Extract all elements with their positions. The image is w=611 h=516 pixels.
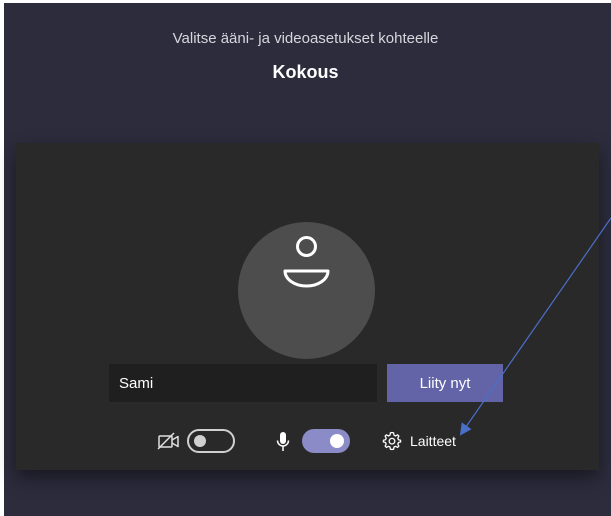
microphone-toggle[interactable] xyxy=(302,429,350,453)
avatar xyxy=(238,222,375,359)
gear-icon xyxy=(382,431,402,451)
join-now-button[interactable]: Liity nyt xyxy=(387,364,503,402)
microphone-toggle-knob xyxy=(330,434,344,448)
devices-label: Laitteet xyxy=(410,433,456,449)
camera-toggle-knob xyxy=(194,435,206,447)
page-subtitle: Valitse ääni- ja videoasetukset kohteell… xyxy=(172,30,439,47)
window-edge-top xyxy=(0,0,611,3)
microphone-icon[interactable] xyxy=(276,431,290,453)
camera-off-icon[interactable] xyxy=(157,432,181,450)
devices-button[interactable]: Laitteet xyxy=(382,430,456,452)
meeting-title: Kokous xyxy=(272,62,339,82)
person-icon xyxy=(283,236,330,288)
camera-toggle[interactable] xyxy=(187,429,235,453)
name-input[interactable] xyxy=(109,364,377,402)
